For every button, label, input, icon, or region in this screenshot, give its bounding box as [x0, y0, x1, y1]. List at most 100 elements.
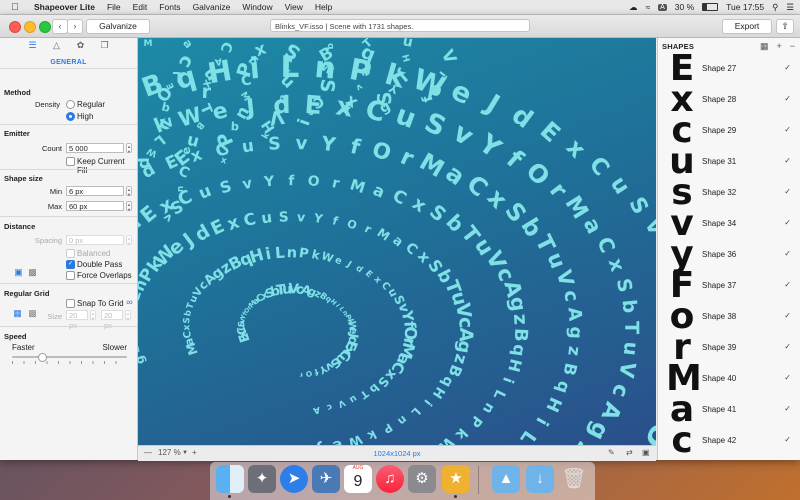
grid-size-y-stepper[interactable]: ▲ ▼ [125, 310, 131, 321]
checkmark-icon[interactable]: ✓ [784, 373, 791, 382]
battery-percent[interactable]: 30 % [675, 2, 694, 12]
snap-to-grid-label[interactable]: Snap To Grid [77, 299, 124, 308]
share-button[interactable]: ⇧ [776, 19, 794, 34]
spacing-field[interactable]: 0 px [66, 235, 124, 245]
checkmark-icon[interactable]: ✓ [784, 156, 791, 165]
menu-edit[interactable]: Edit [133, 2, 148, 12]
music-icon[interactable]: ♫ [376, 465, 404, 493]
safari-icon[interactable]: ➤ [280, 465, 308, 493]
balanced-checkbox[interactable] [66, 249, 75, 258]
artwork-letter: a [370, 180, 388, 202]
checkmark-icon[interactable]: ✓ [784, 404, 791, 413]
remove-shape-icon[interactable]: − [790, 41, 795, 52]
checkmark-icon[interactable]: ✓ [784, 218, 791, 227]
double-pass-checkbox[interactable]: ✓ [66, 260, 75, 269]
input-source-badge[interactable]: A [658, 3, 667, 11]
checkmark-icon[interactable]: ✓ [784, 249, 791, 258]
minimize-window-button[interactable] [24, 21, 36, 33]
speed-slider[interactable] [12, 353, 127, 362]
forward-button[interactable]: › [67, 19, 83, 34]
spacing-stepper[interactable]: ▲ ▼ [126, 235, 132, 246]
distance-mode-b-icon[interactable]: ▩ [27, 267, 38, 278]
menu-help[interactable]: Help [315, 2, 332, 12]
grid-size-y-field[interactable]: 20 px [101, 310, 123, 330]
wifi-icon[interactable]: ≈ [645, 2, 650, 12]
density-high-radio[interactable] [66, 112, 75, 121]
artwork-letter: L [408, 405, 424, 421]
density-regular-label[interactable]: Regular [77, 100, 105, 109]
distance-mode-a-icon[interactable]: ▣ [13, 267, 24, 278]
layers-tab-icon[interactable]: ❐ [100, 40, 110, 50]
count-field[interactable]: 5 000 [66, 143, 124, 153]
snap-to-grid-checkbox[interactable] [66, 299, 75, 308]
colors-tab-icon[interactable]: ✿ [76, 40, 86, 50]
max-size-stepper[interactable]: ▲ ▼ [126, 201, 132, 212]
checkmark-icon[interactable]: ✓ [784, 342, 791, 351]
artwork-letter: z [564, 345, 584, 357]
notification-center-icon[interactable]: ☰ [786, 2, 794, 13]
shape-row[interactable]: c Shape 42 ✓ [658, 420, 800, 460]
shape-tab-icon[interactable]: △ [52, 40, 62, 50]
min-size-stepper[interactable]: ▲ ▼ [126, 186, 132, 197]
force-overlaps-checkbox[interactable] [66, 271, 75, 280]
system-preferences-icon[interactable]: ⚙ [408, 465, 436, 493]
checkmark-icon[interactable]: ✓ [784, 311, 791, 320]
clock[interactable]: Tue 17:55 [726, 2, 764, 12]
checkmark-icon[interactable]: ✓ [784, 435, 791, 444]
link-icon[interactable]: ∞ [124, 297, 135, 308]
spotlight-icon[interactable]: ⚲ [772, 2, 778, 13]
add-shape-icon[interactable]: + [776, 41, 781, 52]
fit-screen-icon[interactable]: ▣ [642, 448, 650, 457]
square-grid-icon[interactable]: ▦ [12, 308, 23, 319]
apple-menu-icon[interactable]:  [8, 2, 22, 13]
trash-icon[interactable]: 🗑 [560, 465, 588, 493]
grid-size-x-stepper[interactable]: ▲ ▼ [90, 310, 96, 321]
double-pass-label[interactable]: Double Pass [77, 260, 122, 269]
max-size-field[interactable]: 60 px [66, 201, 124, 211]
balanced-label[interactable]: Balanced [77, 249, 110, 258]
menu-galvanize[interactable]: Galvanize [193, 2, 231, 12]
speed-slower-label: Slower [102, 343, 127, 352]
density-high-label[interactable]: High [77, 112, 93, 121]
density-regular-radio[interactable] [66, 100, 75, 109]
artwork-letter: O [520, 156, 555, 191]
downloads-folder-icon[interactable]: ↓ [526, 465, 554, 493]
menu-view[interactable]: View [285, 2, 303, 12]
preview-icon[interactable]: ✈ [312, 465, 340, 493]
checkmark-icon[interactable]: ✓ [784, 94, 791, 103]
swap-icon[interactable]: ⇄ [626, 448, 633, 457]
zoom-window-button[interactable] [39, 21, 51, 33]
keep-current-fill-label[interactable]: Keep Current Fill [77, 157, 137, 175]
galvanize-button[interactable]: Galvanize [86, 19, 150, 34]
grid-view-icon[interactable]: ▦ [760, 41, 769, 52]
menu-file[interactable]: File [107, 2, 121, 12]
pencil-icon[interactable]: ✎ [608, 448, 615, 457]
shapeover-icon[interactable]: ★ [442, 465, 470, 493]
calendar-icon[interactable]: AUG 9 [344, 465, 372, 493]
count-stepper[interactable]: ▲ ▼ [126, 143, 132, 154]
menu-window[interactable]: Window [242, 2, 272, 12]
export-button[interactable]: Export [722, 19, 772, 34]
menu-app-name[interactable]: Shapeover Lite [34, 2, 95, 12]
menu-fonts[interactable]: Fonts [159, 2, 180, 12]
toolbar: ‹ › Galvanize Blinks_VF.isso | Scene wit… [0, 15, 800, 38]
force-overlaps-label[interactable]: Force Overlaps [77, 271, 132, 280]
checkmark-icon[interactable]: ✓ [784, 187, 791, 196]
close-window-button[interactable] [9, 21, 21, 33]
checkmark-icon[interactable]: ✓ [784, 125, 791, 134]
applications-folder-icon[interactable]: ▲ [492, 465, 520, 493]
finder-icon[interactable] [216, 465, 244, 493]
keep-current-fill-checkbox[interactable] [66, 157, 75, 166]
app-window: ‹ › Galvanize Blinks_VF.isso | Scene wit… [0, 15, 800, 461]
grid-size-x-field[interactable]: 20 px [66, 310, 88, 330]
general-tab-icon[interactable]: ☰ [28, 40, 38, 50]
back-button[interactable]: ‹ [52, 19, 68, 34]
battery-icon[interactable] [702, 3, 719, 11]
checkmark-icon[interactable]: ✓ [784, 280, 791, 289]
launchpad-icon[interactable]: ✦ [248, 465, 276, 493]
checkmark-icon[interactable]: ✓ [784, 63, 791, 72]
hex-grid-icon[interactable]: ▩ [27, 308, 38, 319]
min-size-field[interactable]: 6 px [66, 186, 124, 196]
scene-canvas[interactable]: ExCuSvYfOrMaCxSbTuVcAgzBqHiLnPkWeJdExCuS… [138, 38, 656, 445]
cloud-icon[interactable]: ☁ [629, 2, 638, 13]
